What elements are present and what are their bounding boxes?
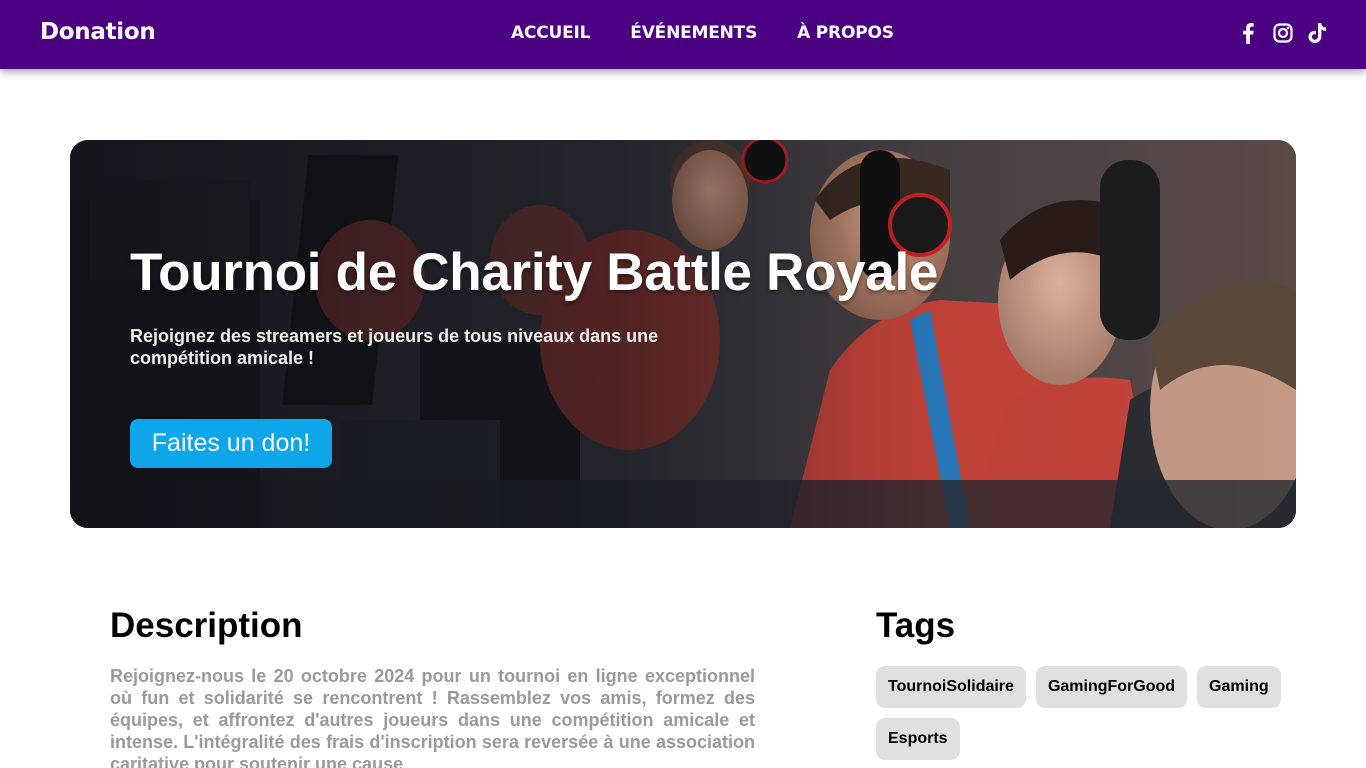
main-nav: ACCUEIL ÉVÉNEMENTS À PROPOS [511,23,894,43]
description-heading: Description [110,606,303,645]
tiktok-icon[interactable] [1307,22,1328,44]
instagram-icon[interactable] [1272,22,1293,44]
hero-title: Tournoi de Charity Battle Royale [130,243,939,302]
tag-gaming[interactable]: Gaming [1197,666,1281,708]
tag-tournoisolidaire[interactable]: TournoiSolidaire [876,666,1026,708]
nav-link-a-propos[interactable]: À PROPOS [797,23,894,43]
brand-logo-link[interactable]: Donation [40,19,156,45]
hero-subtitle: Rejoignez des streamers et joueurs de to… [130,326,659,368]
social-links [1237,22,1328,44]
hero-banner: Tournoi de Charity Battle Royale Rejoign… [70,140,1296,528]
nav-link-evenements[interactable]: ÉVÉNEMENTS [630,23,757,43]
tags-list: TournoiSolidaire GamingForGood Gaming Es… [876,666,1296,760]
tag-gamingforgood[interactable]: GamingForGood [1035,666,1188,708]
tags-heading: Tags [876,606,956,645]
facebook-icon[interactable] [1237,22,1258,44]
donate-button[interactable]: Faites un don! [130,419,332,468]
description-text: Rejoignez-nous le 20 octobre 2024 pour u… [110,666,755,768]
tag-esports[interactable]: Esports [876,718,960,760]
top-navbar: Donation ACCUEIL ÉVÉNEMENTS À PROPOS [0,0,1366,69]
nav-link-accueil[interactable]: ACCUEIL [511,23,590,43]
